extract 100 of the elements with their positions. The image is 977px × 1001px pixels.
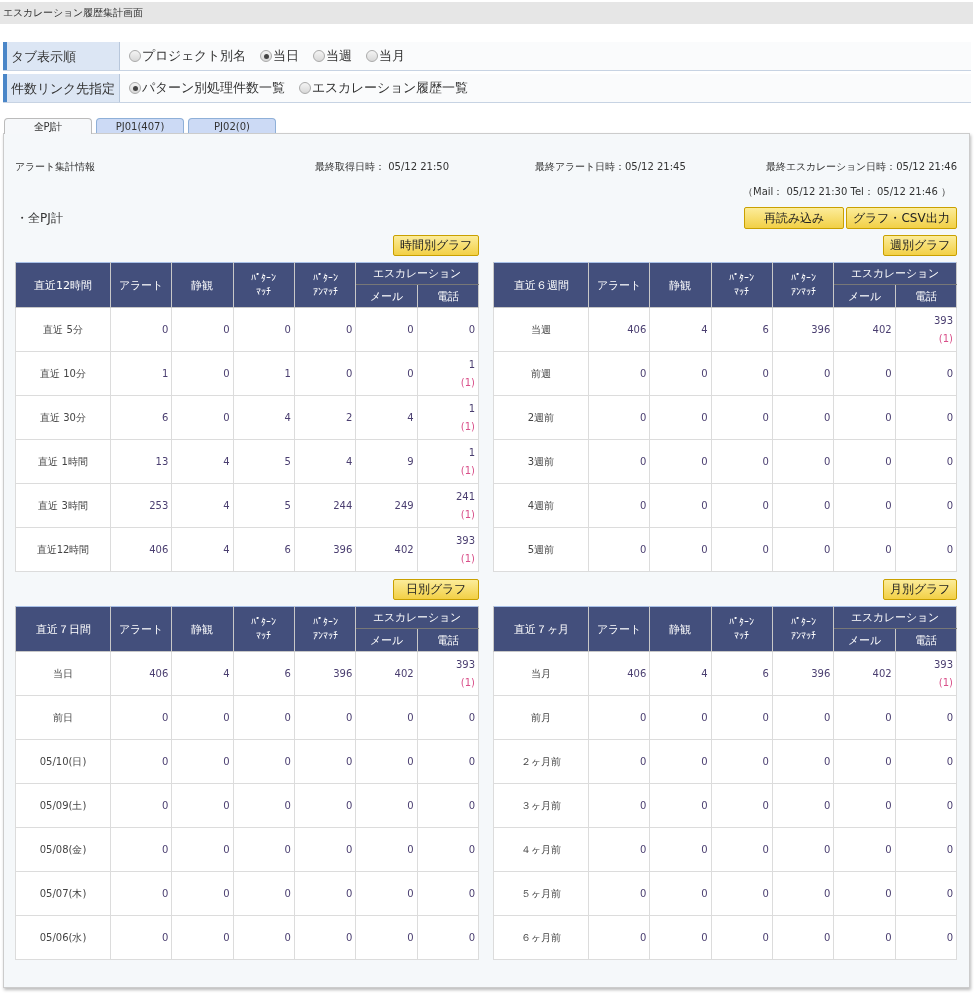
count-link[interactable]: 393	[455, 531, 475, 550]
count-link[interactable]: 0	[345, 840, 353, 859]
count-link[interactable]: 0	[223, 752, 230, 771]
count-link[interactable]: 0	[223, 364, 230, 383]
count-link[interactable]: 0	[223, 884, 230, 903]
count-link[interactable]: 402	[394, 664, 414, 683]
count-link[interactable]: 0	[946, 752, 953, 771]
graph-button[interactable]: 週別グラフ	[883, 235, 957, 256]
count-link[interactable]: 393	[455, 655, 475, 674]
count-link[interactable]: 0	[701, 796, 708, 815]
count-link[interactable]: 1	[468, 355, 475, 374]
count-link[interactable]: 0	[639, 452, 647, 471]
count-link[interactable]: 406	[149, 540, 169, 559]
count-link[interactable]: 0	[823, 540, 831, 559]
tab[interactable]: PJ01(407)	[96, 118, 184, 133]
count-link[interactable]: 0	[701, 496, 708, 515]
radio-button[interactable]	[313, 50, 325, 62]
count-link[interactable]: 0	[161, 708, 169, 727]
count-link[interactable]: 0	[885, 708, 892, 727]
count-link[interactable]: 6	[284, 540, 291, 559]
count-link[interactable]: 0	[823, 884, 831, 903]
count-link[interactable]: 0	[762, 840, 769, 859]
count-link[interactable]: 0	[762, 752, 769, 771]
count-link[interactable]: 0	[701, 884, 708, 903]
count-link[interactable]: 0	[762, 408, 769, 427]
count-link[interactable]: 0	[407, 928, 414, 947]
count-link[interactable]: 0	[823, 496, 831, 515]
count-link[interactable]: 0	[639, 884, 647, 903]
count-link[interactable]: 253	[149, 496, 169, 515]
count-link[interactable]: 0	[161, 928, 169, 947]
count-link[interactable]: 0	[639, 408, 647, 427]
count-link[interactable]: 0	[639, 840, 647, 859]
radio-label[interactable]: 当週	[326, 47, 352, 65]
count-link[interactable]: 0	[762, 928, 769, 947]
count-link[interactable]: 0	[762, 884, 769, 903]
count-link[interactable]: 0	[701, 408, 708, 427]
count-link[interactable]: 0	[762, 708, 769, 727]
count-link[interactable]: 0	[345, 884, 353, 903]
count-link[interactable]: 4	[701, 320, 708, 339]
graph-button[interactable]: 月別グラフ	[883, 579, 957, 600]
graph-button[interactable]: 日別グラフ	[393, 579, 479, 600]
count-link[interactable]: 0	[946, 364, 953, 383]
count-link[interactable]: 0	[223, 708, 230, 727]
count-link[interactable]: 0	[639, 928, 647, 947]
count-link[interactable]: 0	[161, 840, 169, 859]
count-link[interactable]: 393	[933, 311, 953, 330]
radio-button[interactable]	[129, 82, 141, 94]
action-button[interactable]: グラフ・CSV出力	[846, 207, 957, 229]
count-link[interactable]: 0	[701, 928, 708, 947]
count-link[interactable]: 0	[468, 884, 475, 903]
count-link[interactable]: 0	[468, 708, 475, 727]
count-link[interactable]: 0	[284, 708, 291, 727]
count-link[interactable]: 402	[872, 320, 892, 339]
count-link[interactable]: 0	[823, 796, 831, 815]
count-link[interactable]: 0	[223, 408, 230, 427]
count-link[interactable]: 0	[946, 496, 953, 515]
count-link[interactable]: 0	[639, 496, 647, 515]
radio-button[interactable]	[129, 50, 141, 62]
count-link[interactable]: 0	[345, 796, 353, 815]
tab[interactable]: PJ02(0)	[188, 118, 276, 133]
count-link[interactable]: 0	[223, 928, 230, 947]
count-link[interactable]: 0	[823, 840, 831, 859]
count-link[interactable]: 0	[284, 320, 291, 339]
count-link[interactable]: 0	[823, 708, 831, 727]
count-link[interactable]: 0	[762, 540, 769, 559]
action-button[interactable]: 再読み込み	[744, 207, 844, 229]
count-link[interactable]: 406	[149, 664, 169, 683]
count-link[interactable]: 0	[223, 840, 230, 859]
radio-label[interactable]: パターン別処理件数一覧	[142, 79, 285, 97]
count-link[interactable]: 0	[407, 884, 414, 903]
count-link[interactable]: 406	[627, 320, 647, 339]
count-link[interactable]: 0	[468, 796, 475, 815]
count-link[interactable]: 0	[407, 364, 414, 383]
count-link[interactable]: 0	[762, 364, 769, 383]
count-link[interactable]: 396	[811, 664, 831, 683]
graph-button[interactable]: 時間別グラフ	[393, 235, 479, 256]
count-link[interactable]: 0	[639, 752, 647, 771]
count-link[interactable]: 0	[946, 928, 953, 947]
count-link[interactable]: 0	[701, 364, 708, 383]
count-link[interactable]: 0	[885, 752, 892, 771]
tab[interactable]: 全PJ計	[4, 118, 92, 134]
radio-label[interactable]: プロジェクト別名	[142, 47, 246, 65]
count-link[interactable]: 2	[345, 408, 353, 427]
count-link[interactable]: 4	[223, 664, 230, 683]
count-link[interactable]: 0	[823, 364, 831, 383]
count-link[interactable]: 396	[333, 540, 353, 559]
count-link[interactable]: 0	[823, 752, 831, 771]
count-link[interactable]: 0	[885, 452, 892, 471]
count-link[interactable]: 0	[885, 796, 892, 815]
count-link[interactable]: 1	[468, 399, 475, 418]
count-link[interactable]: 393	[933, 655, 953, 674]
count-link[interactable]: 4	[701, 664, 708, 683]
count-link[interactable]: 0	[284, 840, 291, 859]
count-link[interactable]: 5	[284, 496, 291, 515]
count-link[interactable]: 0	[885, 540, 892, 559]
count-link[interactable]: 0	[762, 796, 769, 815]
count-link[interactable]: 13	[155, 452, 169, 471]
count-link[interactable]: 0	[161, 884, 169, 903]
radio-button[interactable]	[260, 50, 272, 62]
count-link[interactable]: 0	[407, 752, 414, 771]
